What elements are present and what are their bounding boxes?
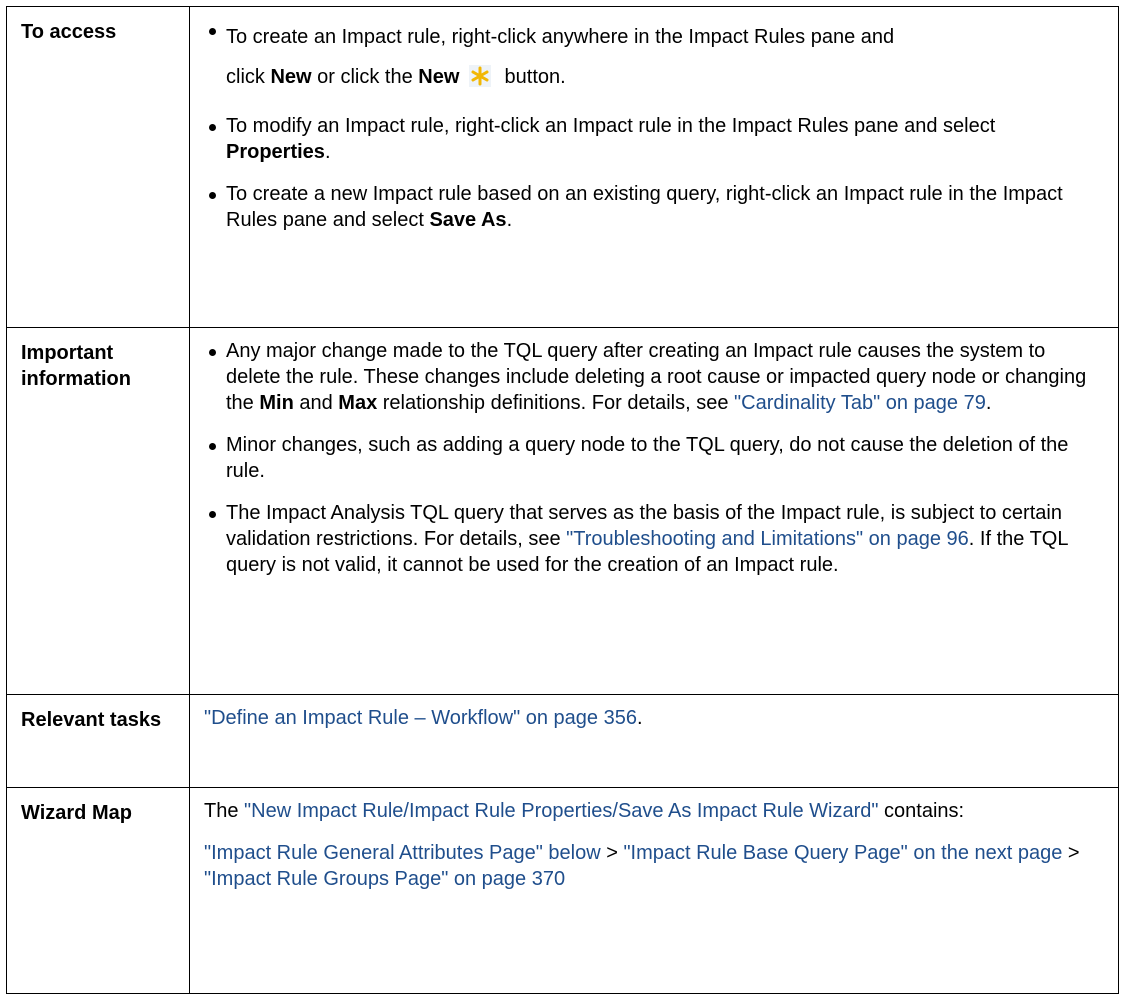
text-run: . [985,392,992,414]
text-run: click [226,66,271,88]
text-run: . [506,209,513,231]
bullet-item: Any major change made to the TQL query a… [204,338,1102,416]
cross-reference-link[interactable]: "Impact Rule Groups Page" on page 370 [204,868,565,890]
text-run [459,66,465,88]
bullet-item: The Impact Analysis TQL query that serve… [204,500,1102,578]
cross-reference-link[interactable]: "Impact Rule Base Query Page" on the nex… [623,842,1062,864]
text-run: . [636,707,643,729]
text-run: > [1062,842,1080,864]
bold-term: Properties [226,141,325,163]
table-row: To access To create an Impact rule, righ… [6,6,1119,328]
table-row: Relevant tasks "Define an Impact Rule – … [6,694,1119,788]
bold-term: Max [338,392,378,414]
table-row: Wizard Map The "New Impact Rule/Impact R… [6,787,1119,994]
bold-term: Save As [429,209,507,231]
bold-term: New [418,66,460,88]
text-run: To create a new Impact rule based on an … [226,183,1063,231]
text-run: and [293,392,339,414]
bullet-item: To create an Impact rule, right-click an… [204,17,1102,97]
row-content: The "New Impact Rule/Impact Rule Propert… [189,787,1119,994]
new-star-icon [468,65,491,87]
paragraph: The "New Impact Rule/Impact Rule Propert… [204,798,1102,824]
info-table: To access To create an Impact rule, righ… [6,6,1119,994]
bold-term: Min [259,392,294,414]
text-run: The [204,800,245,822]
row-content: "Define an Impact Rule – Workflow" on pa… [189,694,1119,788]
row-label: To access [6,6,190,328]
bullet-list: Any major change made to the TQL query a… [204,338,1102,578]
row-label: Wizard Map [6,787,190,994]
row-content: To create an Impact rule, right-click an… [189,6,1119,328]
paragraph: "Impact Rule General Attributes Page" be… [204,840,1102,892]
text-run: . [324,141,331,163]
text-run: relationship definitions. For details, s… [377,392,735,414]
paragraph: "Define an Impact Rule – Workflow" on pa… [204,705,1102,731]
cross-reference-link[interactable]: "Cardinality Tab" on page 79 [734,392,986,414]
bullet-item: Minor changes, such as adding a query no… [204,432,1102,484]
bold-term: New [270,66,312,88]
cross-reference-link[interactable]: "Define an Impact Rule – Workflow" on pa… [204,707,637,729]
row-label: Important information [6,327,190,695]
table-row: Important information Any major change m… [6,327,1119,695]
bullet-item: To modify an Impact rule, right-click an… [204,113,1102,165]
text-run: Minor changes, such as adding a query no… [226,434,1069,482]
cross-reference-link[interactable]: "New Impact Rule/Impact Rule Properties/… [244,800,878,822]
text-run: or click the [311,66,419,88]
cross-reference-link[interactable]: "Impact Rule General Attributes Page" be… [204,842,601,864]
bullet-item: To create a new Impact rule based on an … [204,181,1102,233]
bullet-list: To create an Impact rule, right-click an… [204,17,1102,233]
row-label: Relevant tasks [6,694,190,788]
text-run: To modify an Impact rule, right-click an… [226,115,996,137]
text-run: contains: [878,800,965,822]
text-run: To create an Impact rule, right-click an… [226,26,895,48]
cross-reference-link[interactable]: "Troubleshooting and Limitations" on pag… [566,528,969,550]
row-content: Any major change made to the TQL query a… [189,327,1119,695]
text-run: button. [498,66,566,88]
text-run: > [600,842,624,864]
